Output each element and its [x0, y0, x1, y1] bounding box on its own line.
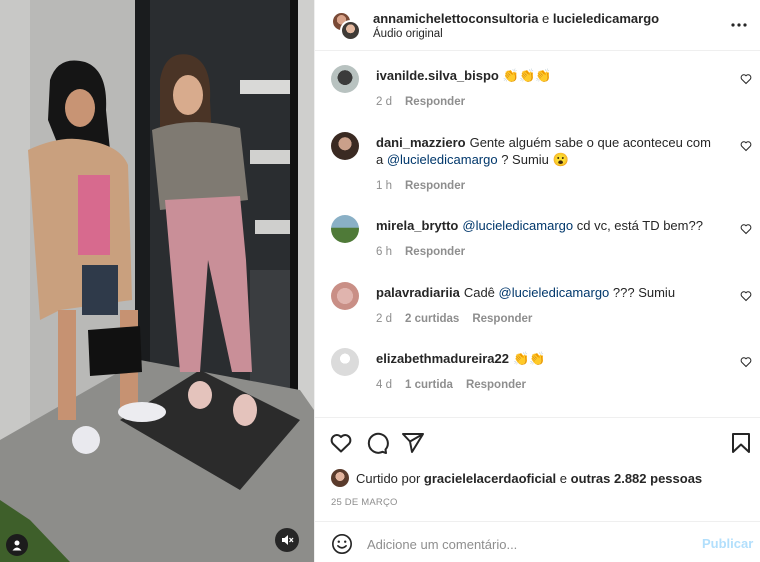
comment-age[interactable]: 2 d — [376, 313, 392, 325]
post-header: annamichelettoconsultoria e lucieledicam… — [315, 0, 760, 51]
post-actions: Curtido por gracielelacerdaoficial e out… — [315, 417, 760, 521]
avatar[interactable] — [331, 215, 359, 243]
comment-username[interactable]: palavradiariia — [376, 285, 460, 300]
more-horizontal-icon — [731, 23, 747, 27]
bookmark-icon[interactable] — [729, 431, 753, 455]
heart-icon[interactable] — [740, 290, 752, 302]
comment-text: palavradiariia Cadê @lucieledicamargo ???… — [376, 284, 721, 301]
comment-text: mirela_brytto @lucieledicamargo cd vc, es… — [376, 217, 721, 234]
comment-composer: Publicar — [315, 521, 760, 562]
user-tag-icon — [12, 540, 22, 551]
avatar[interactable] — [340, 20, 361, 41]
comment-username[interactable]: mirela_brytto — [376, 218, 458, 233]
send-icon[interactable] — [401, 431, 425, 455]
likes-text[interactable]: Curtido por gracielelacerdaoficial e out… — [356, 471, 702, 486]
author-link[interactable]: lucieledicamargo — [553, 11, 659, 26]
comment-age[interactable]: 4 d — [376, 379, 392, 391]
collab-avatars[interactable] — [331, 11, 361, 41]
reply-button[interactable]: Responder — [405, 96, 465, 108]
comment-meta: 1 h Responder — [376, 180, 478, 192]
comment-icon[interactable] — [365, 431, 389, 455]
avatar[interactable] — [331, 65, 359, 93]
reply-button[interactable]: Responder — [472, 313, 532, 325]
comment-body: cd vc, está TD bem?? — [573, 218, 703, 233]
publish-button[interactable]: Publicar — [702, 536, 753, 551]
post-side-panel: annamichelettoconsultoria e lucieledicam… — [314, 0, 760, 562]
comments-list[interactable]: ivanilde.silva_bispo 👏👏👏 2 d Responder dan… — [315, 52, 760, 417]
avatar[interactable] — [331, 348, 359, 376]
comment-body: 👏👏 — [512, 351, 546, 366]
avatar[interactable] — [331, 469, 349, 487]
video-frame — [0, 0, 314, 562]
comment-text: dani_mazziero Gente alguém sabe o que aco… — [376, 134, 721, 168]
likes-others-link[interactable]: outras 2.882 pessoas — [571, 471, 703, 486]
comment-age[interactable]: 1 h — [376, 180, 392, 192]
post-video[interactable] — [0, 0, 314, 562]
comment-username[interactable]: ivanilde.silva_bispo — [376, 68, 499, 83]
heart-icon[interactable] — [329, 431, 353, 455]
mention-link[interactable]: @lucieledicamargo — [462, 218, 573, 233]
speaker-muted-icon — [282, 535, 294, 545]
comment-likes-count[interactable]: 2 curtidas — [405, 313, 459, 325]
comment-age[interactable]: 6 h — [376, 246, 392, 258]
liker-username[interactable]: gracielelacerdaoficial — [424, 471, 556, 486]
mention-link[interactable]: @lucieledicamargo — [499, 285, 610, 300]
audio-link[interactable]: Áudio original — [373, 28, 443, 40]
comment-username[interactable]: dani_mazziero — [376, 135, 466, 150]
more-options-button[interactable] — [729, 17, 749, 33]
comment-body: ??? Sumiu — [609, 285, 676, 300]
mention-link[interactable]: @lucieledicamargo — [387, 152, 498, 167]
author-conjunction: e — [538, 11, 553, 26]
likes-prefix: Curtido por — [356, 470, 424, 486]
mute-button[interactable] — [275, 528, 299, 552]
reply-button[interactable]: Responder — [466, 379, 526, 391]
post-authors: annamichelettoconsultoria e lucieledicam… — [373, 11, 659, 26]
comment-text: ivanilde.silva_bispo 👏👏👏 — [376, 67, 721, 84]
comment-meta: 2 d 2 curtidas Responder — [376, 313, 545, 325]
heart-icon[interactable] — [740, 223, 752, 235]
avatar[interactable] — [331, 282, 359, 310]
avatar[interactable] — [331, 132, 359, 160]
comment-body: ? Sumiu 😮 — [497, 152, 569, 167]
comment-age[interactable]: 2 d — [376, 96, 392, 108]
heart-icon[interactable] — [740, 73, 752, 85]
comment-body: 👏👏👏 — [502, 68, 552, 83]
likes-conjunction: e — [556, 470, 571, 486]
comment-likes-count[interactable]: 1 curtida — [405, 379, 453, 391]
reply-button[interactable]: Responder — [405, 246, 465, 258]
heart-icon[interactable] — [740, 356, 752, 368]
comment-meta: 6 h Responder — [376, 246, 478, 258]
user-tag-button[interactable] — [6, 534, 28, 556]
comment-meta: 4 d 1 curtida Responder — [376, 379, 539, 391]
comment-text: elizabethmadureira22 👏👏 — [376, 350, 721, 367]
comment-body: Cadê — [463, 285, 499, 300]
smiley-icon[interactable] — [331, 533, 353, 555]
heart-icon[interactable] — [740, 140, 752, 152]
author-link[interactable]: annamichelettoconsultoria — [373, 11, 538, 26]
post-date[interactable]: 25 DE MARÇO — [331, 497, 398, 508]
comment-username[interactable]: elizabethmadureira22 — [376, 351, 509, 366]
comment-meta: 2 d Responder — [376, 96, 478, 108]
reply-button[interactable]: Responder — [405, 180, 465, 192]
comment-input[interactable] — [367, 532, 667, 556]
likes-summary: Curtido por gracielelacerdaoficial e out… — [331, 468, 702, 488]
